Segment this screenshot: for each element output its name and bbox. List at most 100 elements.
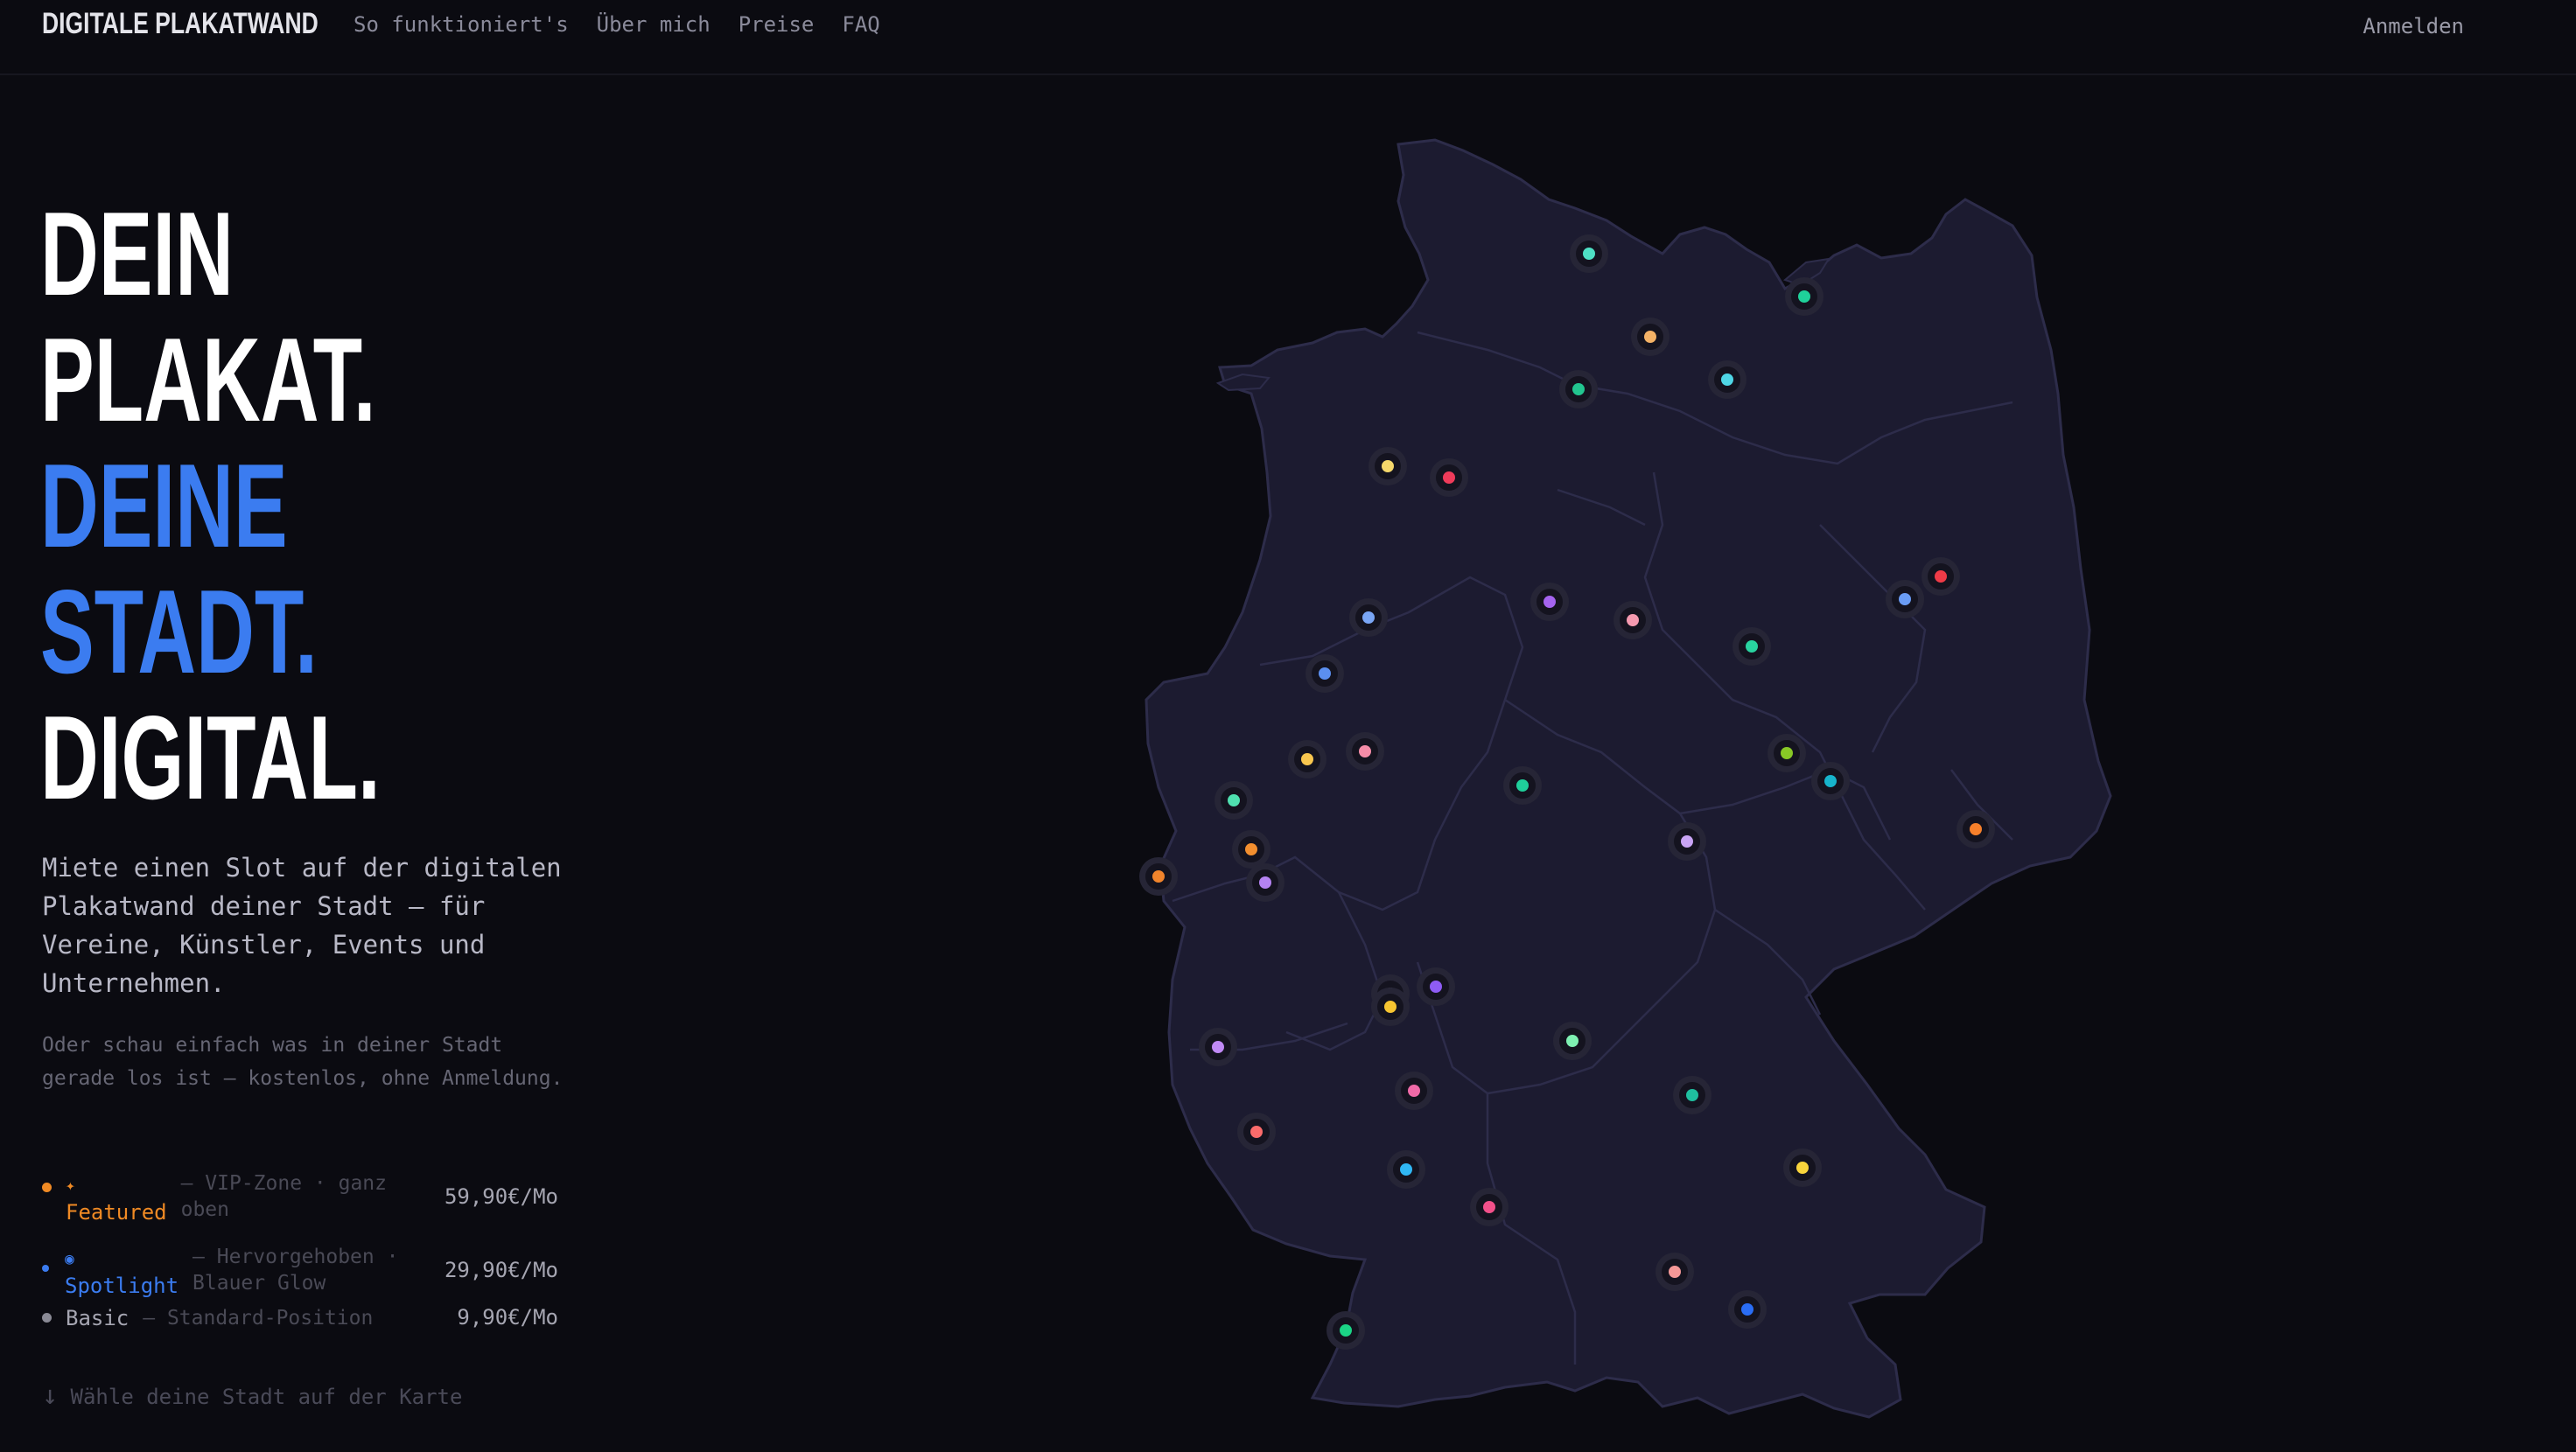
- city-pin[interactable]: [1214, 781, 1253, 820]
- nav-link-about[interactable]: Über mich: [597, 12, 710, 37]
- city-pin-dot: [1566, 1035, 1578, 1047]
- city-pin-dot: [1259, 876, 1271, 889]
- city-pin-dot: [1443, 471, 1455, 484]
- city-pin-dot: [1644, 331, 1656, 343]
- nav-links: So funktioniert's Über mich Preise FAQ: [354, 12, 880, 37]
- city-pin[interactable]: [1783, 1148, 1822, 1187]
- city-pin-dot: [1746, 640, 1758, 653]
- city-pin[interactable]: [1656, 1253, 1694, 1291]
- hero-lead-text: Miete einen Slot auf der digitalen Plaka…: [42, 853, 562, 998]
- city-pin-dot: [1627, 614, 1639, 626]
- city-pin[interactable]: [1768, 734, 1806, 772]
- tier-featured: ✦ Featured — VIP-Zone · ganz oben 59,90€…: [42, 1170, 558, 1244]
- city-pin-dot: [1340, 1324, 1352, 1337]
- tier-label: Featured: [66, 1200, 167, 1225]
- city-pin[interactable]: [1673, 1076, 1712, 1114]
- nav-link-how-it-works[interactable]: So funktioniert's: [354, 12, 569, 37]
- tier-description: — VIP-Zone · ganz oben: [180, 1172, 387, 1221]
- city-pin[interactable]: [1288, 740, 1326, 778]
- city-pin[interactable]: [1503, 766, 1542, 805]
- city-pin-dot: [1824, 775, 1837, 787]
- city-pin-dot: [1152, 870, 1165, 883]
- city-pin[interactable]: [1530, 583, 1569, 621]
- city-pin[interactable]: [1570, 234, 1608, 273]
- city-pin[interactable]: [1346, 732, 1384, 771]
- city-pin-dot: [1212, 1041, 1224, 1053]
- city-pin[interactable]: [1430, 458, 1468, 497]
- city-pin[interactable]: [1417, 967, 1455, 1006]
- nav-link-faq[interactable]: FAQ: [842, 12, 879, 37]
- city-pin-dot: [1544, 596, 1556, 608]
- spotlight-icon: ◉: [65, 1250, 74, 1268]
- city-pin[interactable]: [1470, 1188, 1508, 1226]
- city-pin[interactable]: [1785, 277, 1824, 316]
- city-pin-dot: [1384, 1001, 1396, 1013]
- arrow-down-icon: ↓: [42, 1380, 59, 1411]
- city-pin[interactable]: [1956, 810, 1995, 848]
- headline-line-accent: DEINE: [40, 439, 288, 572]
- city-pin-dot: [1319, 667, 1331, 680]
- city-pin[interactable]: [1922, 557, 1960, 596]
- city-pin[interactable]: [1232, 830, 1270, 869]
- city-pin-dot: [1400, 1163, 1412, 1176]
- login-link[interactable]: Anmelden: [2362, 14, 2464, 38]
- tier-basic: Basic — Standard-Position 9,90€/Mo: [42, 1305, 558, 1340]
- city-pin-dot: [1681, 835, 1693, 848]
- city-pin[interactable]: [1371, 988, 1410, 1026]
- city-pin-dot: [1798, 290, 1810, 303]
- tier-description: — Standard-Position: [143, 1307, 374, 1330]
- city-pin-dot: [1408, 1085, 1420, 1097]
- city-pin[interactable]: [1614, 601, 1652, 639]
- city-pin-dot: [1970, 823, 1982, 835]
- city-pin[interactable]: [1708, 360, 1746, 399]
- city-pin[interactable]: [1368, 447, 1407, 485]
- city-pin[interactable]: [1732, 627, 1771, 666]
- pricing-tiers: ✦ Featured — VIP-Zone · ganz oben 59,90€…: [42, 1170, 558, 1340]
- tier-description: — Hervorgehoben · Blauer Glow: [192, 1246, 399, 1295]
- city-pin-dot: [1382, 460, 1394, 472]
- city-pin-dot: [1430, 981, 1442, 993]
- city-pin-dot: [1245, 843, 1257, 855]
- germany-outline: [1144, 138, 2112, 1419]
- city-pin[interactable]: [1728, 1290, 1767, 1329]
- hero-headline: DEIN PLAKAT. DEINE STADT. DIGITAL.: [40, 191, 381, 820]
- city-pin-dot: [1669, 1266, 1681, 1278]
- city-pin-dot: [1250, 1126, 1263, 1138]
- tier-spotlight: ◉ Spotlight — Hervorgehoben · Blauer Glo…: [42, 1244, 558, 1305]
- map-hint-text: Wähle deine Stadt auf der Karte: [70, 1385, 463, 1409]
- nav-link-pricing[interactable]: Preise: [738, 12, 815, 37]
- city-pin[interactable]: [1237, 1113, 1276, 1151]
- tier-dot-spotlight: [42, 1265, 49, 1272]
- city-pin[interactable]: [1811, 762, 1850, 800]
- city-pin[interactable]: [1387, 1150, 1425, 1189]
- tier-label: Basic: [66, 1306, 130, 1330]
- city-pin[interactable]: [1326, 1311, 1365, 1350]
- tier-price: 29,90€/Mo: [444, 1258, 558, 1282]
- city-pin[interactable]: [1246, 863, 1284, 902]
- city-pin[interactable]: [1668, 822, 1706, 861]
- germany-map[interactable]: [1129, 105, 2126, 1452]
- city-pin[interactable]: [1349, 598, 1388, 637]
- headline-line: DEIN: [40, 187, 234, 320]
- city-pin[interactable]: [1139, 857, 1178, 896]
- city-pin[interactable]: [1395, 1072, 1433, 1110]
- tier-name: ✦ Featured: [66, 1170, 167, 1225]
- city-pin-dot: [1228, 794, 1240, 806]
- city-pin-dot: [1583, 248, 1595, 260]
- headline-line: PLAKAT.: [40, 313, 376, 446]
- city-pin-dot: [1721, 373, 1733, 386]
- tier-price: 59,90€/Mo: [444, 1184, 558, 1209]
- brand-logo[interactable]: DIGITALE PLAKATWAND: [42, 7, 318, 41]
- city-pin-dot: [1899, 593, 1911, 605]
- tier-name: ◉ Spotlight: [65, 1244, 178, 1299]
- city-pin-dot: [1483, 1201, 1495, 1213]
- city-pin-dot: [1572, 383, 1585, 395]
- tier-price: 9,90€/Mo: [457, 1305, 558, 1330]
- city-pin-dot: [1781, 747, 1793, 759]
- city-pin[interactable]: [1886, 580, 1924, 618]
- city-pin[interactable]: [1553, 1022, 1592, 1060]
- city-pin[interactable]: [1306, 654, 1344, 693]
- city-pin[interactable]: [1199, 1028, 1237, 1066]
- city-pin[interactable]: [1559, 370, 1598, 408]
- city-pin[interactable]: [1631, 318, 1670, 356]
